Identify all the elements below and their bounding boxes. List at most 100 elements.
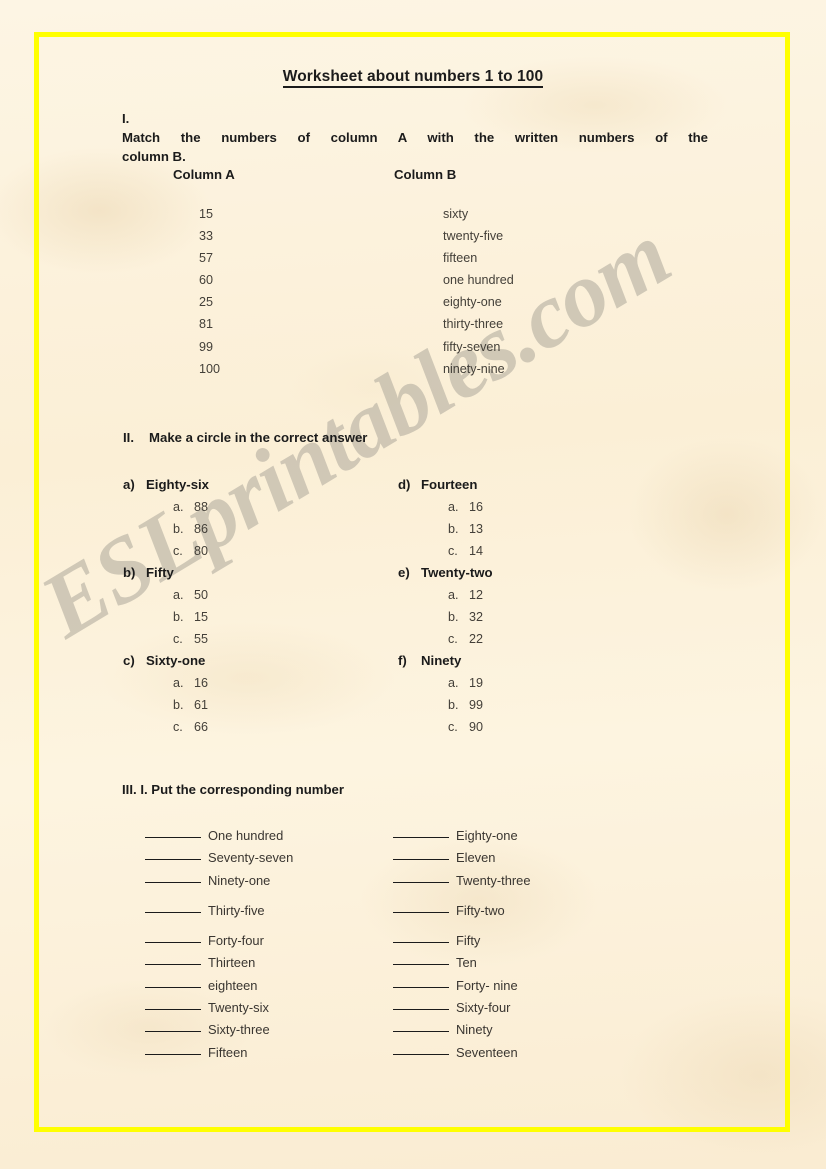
- mcq-option-value: 99: [469, 698, 484, 712]
- section-2-numeral: II.: [123, 430, 134, 445]
- answer-blank[interactable]: [145, 1018, 201, 1033]
- answer-blank[interactable]: [393, 974, 449, 988]
- mcq-label: a): [123, 477, 135, 492]
- column-a-item[interactable]: 57: [199, 247, 220, 269]
- column-a-item[interactable]: 33: [199, 225, 220, 247]
- column-b-header: Column B: [394, 167, 457, 182]
- column-a-item[interactable]: 99: [199, 336, 220, 358]
- mcq-option-letter: b.: [448, 522, 459, 536]
- answer-blank[interactable]: [145, 951, 201, 966]
- answer-blank[interactable]: [145, 974, 201, 988]
- column-b-item[interactable]: sixty: [443, 203, 514, 225]
- answer-blank[interactable]: [145, 899, 201, 913]
- mcq-option[interactable]: c. 14: [398, 540, 493, 562]
- column-b-item[interactable]: thirty-three: [443, 313, 514, 335]
- mcq-option-letter: a.: [173, 676, 184, 690]
- mcq-option[interactable]: b. 15: [123, 606, 209, 628]
- answer-blank[interactable]: [145, 869, 201, 883]
- answer-blank[interactable]: [145, 846, 201, 861]
- blank-row: Eleven: [393, 846, 531, 868]
- blank-row: Twenty-six: [145, 996, 293, 1018]
- column-b-item[interactable]: twenty-five: [443, 225, 514, 247]
- mcq-option-value: 80: [194, 544, 209, 558]
- mcq-option-value: 14: [469, 544, 484, 558]
- blank-row-label: One hundred: [208, 828, 284, 843]
- blank-row: Fifteen: [145, 1041, 293, 1063]
- mcq-option-value: 13: [469, 522, 484, 536]
- answer-blank[interactable]: [393, 996, 449, 1011]
- blank-row-label: Ninety: [456, 1022, 493, 1038]
- blank-row-label: Fifteen: [208, 1044, 248, 1060]
- mcq-option[interactable]: b. 61: [123, 694, 209, 716]
- mcq-option[interactable]: a. 16: [123, 672, 209, 694]
- answer-blank[interactable]: [145, 824, 201, 838]
- mcq-option[interactable]: a. 88: [123, 496, 209, 518]
- mcq-option-letter: b.: [173, 610, 184, 624]
- blank-row: Sixty-four: [393, 996, 531, 1018]
- column-a-item[interactable]: 25: [199, 291, 220, 313]
- answer-blank[interactable]: [145, 996, 201, 1011]
- answer-blank[interactable]: [145, 929, 201, 944]
- blank-row-label: Eighty-one: [456, 828, 518, 843]
- column-b-item[interactable]: ninety-nine: [443, 358, 514, 380]
- blank-row-label: Sixty-three: [208, 1022, 270, 1038]
- blank-row: Fifty: [393, 929, 531, 951]
- column-b-item[interactable]: fifteen: [443, 247, 514, 269]
- mcq-option[interactable]: b. 13: [398, 518, 493, 540]
- column-b-item[interactable]: eighty-one: [443, 291, 514, 313]
- answer-blank[interactable]: [393, 846, 449, 861]
- mcq-option[interactable]: c. 80: [123, 540, 209, 562]
- mcq-question-text: Fourteen: [421, 477, 478, 492]
- mcq-option[interactable]: b. 99: [398, 694, 493, 716]
- answer-blank[interactable]: [145, 1041, 201, 1055]
- mcq-option-value: 90: [469, 720, 484, 734]
- mcq-option-letter: b.: [173, 522, 184, 536]
- answer-blank[interactable]: [393, 824, 449, 838]
- column-a-item[interactable]: 100: [199, 358, 220, 380]
- answer-blank[interactable]: [393, 951, 449, 966]
- mcq-option[interactable]: a. 50: [123, 584, 209, 606]
- answer-blank[interactable]: [393, 899, 449, 913]
- mcq-option-value: 88: [194, 500, 209, 514]
- answer-blank[interactable]: [393, 929, 449, 944]
- answer-blank[interactable]: [393, 1018, 449, 1033]
- blank-row-label: Sixty-four: [456, 1000, 511, 1016]
- blank-row: Forty-four: [145, 929, 293, 951]
- mcq-option-letter: a.: [448, 588, 459, 602]
- blank-row-label: Fifty: [456, 933, 481, 949]
- mcq-option[interactable]: a. 16: [398, 496, 493, 518]
- mcq-option-value: 15: [194, 610, 209, 624]
- mcq-option[interactable]: a. 19: [398, 672, 493, 694]
- mcq-option[interactable]: c. 22: [398, 628, 493, 650]
- mcq-option[interactable]: c. 55: [123, 628, 209, 650]
- mcq-option-letter: c.: [173, 632, 183, 646]
- mcq-question: c) Sixty-one: [123, 650, 209, 672]
- mcq-option[interactable]: c. 66: [123, 716, 209, 738]
- answer-blank[interactable]: [393, 1041, 449, 1055]
- blank-row: Ninety-one: [145, 869, 293, 891]
- column-a-item[interactable]: 15: [199, 203, 220, 225]
- mcq-label: e): [398, 565, 410, 580]
- answer-blank[interactable]: [393, 869, 449, 883]
- blank-row-label: Fifty-two: [456, 902, 505, 918]
- blank-row: Eighty-one: [393, 824, 531, 846]
- blank-row: Seventy-seven: [145, 846, 293, 868]
- column-a-item[interactable]: 81: [199, 313, 220, 335]
- mcq-option[interactable]: b. 32: [398, 606, 493, 628]
- mcq-option-letter: c.: [448, 632, 458, 646]
- column-b-item[interactable]: fifty-seven: [443, 336, 514, 358]
- mcq-label: d): [398, 477, 411, 492]
- mcq-option[interactable]: c. 90: [398, 716, 493, 738]
- mcq-option[interactable]: a. 12: [398, 584, 493, 606]
- mcq-option-letter: c.: [173, 720, 183, 734]
- mcq-question: e) Twenty-two: [398, 562, 493, 584]
- mcq-option[interactable]: b. 86: [123, 518, 209, 540]
- section-1-instruction-line-1: Match the numbers of column A with the w…: [122, 130, 708, 145]
- mcq-option-value: 12: [469, 588, 484, 602]
- page-title: Worksheet about numbers 1 to 100: [0, 68, 826, 88]
- worksheet-content: Worksheet about numbers 1 to 100 I. Matc…: [0, 0, 826, 1169]
- column-b-item[interactable]: one hundred: [443, 269, 514, 291]
- mcq-option-value: 66: [194, 720, 209, 734]
- mcq-item: e) Twenty-two a. 12 b. 32 c. 22: [398, 562, 493, 650]
- column-a-item[interactable]: 60: [199, 269, 220, 291]
